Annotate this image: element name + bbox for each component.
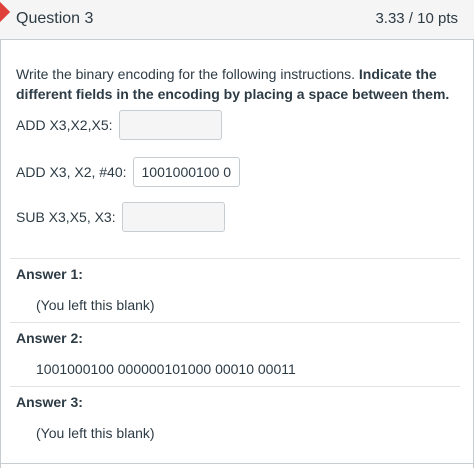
answer-value: 1001000100 000000101000 00010 00011 — [36, 361, 296, 377]
card-border-left — [0, 40, 1, 468]
blank-input[interactable] — [121, 202, 225, 232]
blank-label: SUB X3,X5, X3: — [16, 209, 116, 225]
answer-value: (You left this blank) — [36, 297, 155, 313]
question-title: Question 3 — [16, 10, 94, 27]
answer-heading: Answer 2: — [16, 330, 83, 346]
blank-row-2: ADD X3, X2, #40: 1001000100 0 — [16, 157, 241, 187]
blank-label: ADD X3,X2,X5: — [16, 117, 113, 133]
answer-value: (You left this blank) — [36, 425, 155, 441]
incorrect-flag-icon — [0, 0, 11, 27]
question-card: Question 3 3.33 / 10 pts Write the binar… — [0, 0, 474, 468]
blank-row-3: SUB X3,X5, X3: — [16, 202, 225, 232]
question-prompt: Write the binary encoding for the follow… — [16, 64, 456, 104]
blank-row-1: ADD X3,X2,X5: — [16, 110, 222, 140]
question-points: 3.33 / 10 pts — [375, 10, 458, 27]
question-header: Question 3 3.33 / 10 pts — [0, 0, 474, 40]
divider — [10, 258, 460, 259]
blank-input[interactable]: 1001000100 0 — [132, 157, 241, 187]
card-border-bottom — [0, 463, 474, 464]
prompt-text: Write the binary encoding for the follow… — [16, 66, 359, 82]
blank-label: ADD X3, X2, #40: — [16, 164, 127, 180]
answer-heading: Answer 3: — [16, 394, 83, 410]
blank-input[interactable] — [118, 110, 222, 140]
divider — [10, 386, 460, 387]
divider — [10, 322, 460, 323]
answer-heading: Answer 1: — [16, 266, 83, 282]
